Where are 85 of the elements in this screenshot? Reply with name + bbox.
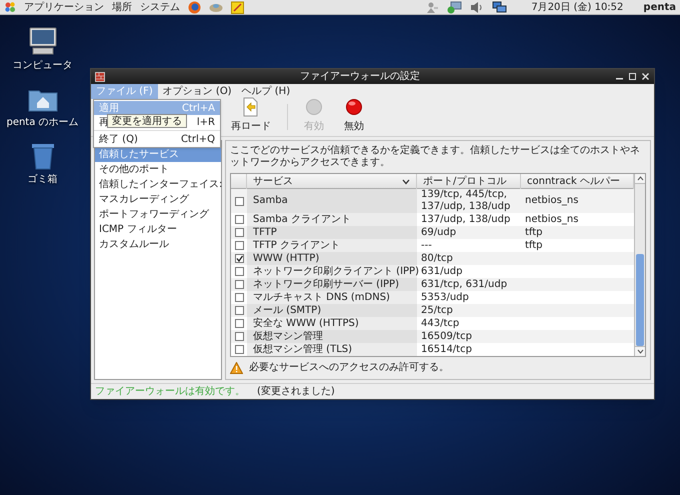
checkbox[interactable] bbox=[234, 241, 244, 250]
checkbox[interactable] bbox=[234, 280, 244, 289]
table-cell-text: tftp bbox=[524, 226, 544, 239]
clock[interactable]: 7月20日 (金) 10:52 bbox=[531, 0, 624, 14]
sort-chevron-icon bbox=[402, 178, 410, 184]
panel-menu[interactable]: アプリケーション bbox=[24, 0, 104, 14]
warning-text: 必要なサービスへのアクセスのみ許可する。 bbox=[249, 360, 449, 375]
status-note: (変更されました) bbox=[257, 384, 335, 399]
panel-menu[interactable]: システム bbox=[140, 0, 180, 14]
scroll-up-button[interactable] bbox=[635, 174, 645, 184]
table-cell-text: --- bbox=[420, 239, 433, 252]
table-cell: Samba クライアント bbox=[247, 213, 417, 226]
table-cell: TFTP bbox=[247, 226, 417, 239]
icon-label[interactable]: ゴミ箱 bbox=[28, 172, 58, 187]
check-icon bbox=[236, 255, 242, 262]
panel-menu[interactable]: 場所 bbox=[112, 0, 132, 14]
table-cell: ネットワーク印刷クライアント (IPP) bbox=[247, 265, 417, 278]
checkbox[interactable] bbox=[234, 293, 244, 302]
checkbox[interactable] bbox=[234, 332, 244, 341]
checkbox[interactable] bbox=[234, 196, 244, 206]
menu-entry[interactable]: 終了 (Q) Ctrl+Q bbox=[94, 132, 220, 146]
table-cell: 安全な WWW (HTTPS) bbox=[247, 317, 417, 330]
icon-label[interactable]: penta のホーム bbox=[6, 115, 79, 130]
status-text: ファイアーウォールは有効です。 bbox=[95, 384, 245, 399]
firewall-app-icon bbox=[95, 72, 105, 82]
checkbox[interactable] bbox=[234, 345, 244, 354]
table-cell-text: 5353/udp bbox=[420, 291, 470, 304]
checkbox[interactable] bbox=[234, 319, 244, 328]
description-text: ここでどのサービスが信頼できるかを定義できます。信頼したサービスは全てのホストやネットワークからアクセスできます。 bbox=[230, 145, 641, 169]
table-cell-text: netbios_ns bbox=[524, 213, 580, 226]
table-cell-text: 631/tcp, 631/udp bbox=[420, 278, 508, 291]
table-cell-text: netbios_ns bbox=[524, 194, 580, 208]
menu-item[interactable]: オプション (O) bbox=[158, 84, 237, 99]
sidebar-item[interactable]: 信頼したインターフェイス: bbox=[95, 177, 221, 192]
close-icon[interactable] bbox=[641, 72, 650, 81]
table-cell-text: 137/udp, 138/udp bbox=[420, 213, 512, 226]
menu-item[interactable]: ヘルプ (H) bbox=[236, 84, 296, 99]
table-cell-text: 139/tcp, 445/tcp, 137/udp, 138/udp bbox=[420, 189, 512, 213]
sidebar-item[interactable]: マスカレーディング bbox=[95, 192, 221, 207]
computer-icon[interactable] bbox=[26, 26, 58, 56]
scroll-down-button[interactable] bbox=[635, 346, 645, 356]
network-icon[interactable] bbox=[447, 0, 462, 14]
table-cell-text: 16509/tcp bbox=[420, 330, 473, 343]
table-cell: WWW (HTTP) bbox=[247, 252, 417, 265]
sidebar-item[interactable]: その他のポート bbox=[95, 162, 221, 177]
table-cell: Samba bbox=[247, 189, 417, 213]
table-cell: マルチキャスト DNS (mDNS) bbox=[247, 291, 417, 304]
checkbox[interactable] bbox=[234, 306, 244, 315]
scrollbar[interactable] bbox=[634, 174, 645, 356]
monitors-icon[interactable] bbox=[492, 0, 508, 14]
maximize-icon[interactable] bbox=[628, 72, 637, 81]
sidebar-item[interactable]: ICMP フィルター bbox=[95, 222, 221, 237]
checkbox[interactable] bbox=[234, 228, 244, 237]
checkbox[interactable] bbox=[234, 267, 244, 276]
table-cell: TFTP クライアント bbox=[247, 239, 417, 252]
table-cell: ネットワーク印刷サーバー (IPP) bbox=[247, 278, 417, 291]
circle-icon bbox=[304, 97, 324, 117]
toolbar-button: 有効 bbox=[300, 97, 328, 134]
tooltip: 変更を適用する bbox=[107, 114, 187, 128]
table-cell-text: 631/udp bbox=[420, 265, 464, 278]
table-cell-text: 443/tcp bbox=[420, 317, 460, 330]
speaker-icon[interactable] bbox=[470, 0, 484, 14]
toolbar-button[interactable]: 無効 bbox=[340, 97, 368, 134]
icon-label[interactable]: コンピュータ bbox=[12, 58, 72, 73]
table-cell: 仮想マシン管理 (TLS) bbox=[247, 343, 417, 356]
browser-globe-icon[interactable] bbox=[188, 0, 201, 14]
warning-icon bbox=[230, 362, 243, 374]
checkbox[interactable] bbox=[234, 215, 244, 224]
toolbar-button[interactable]: 再ロード bbox=[227, 97, 275, 134]
table-cell-text: 80/tcp bbox=[420, 252, 454, 265]
sidebar-item[interactable]: ポートフォワーディング bbox=[95, 207, 221, 222]
sidebar-item[interactable]: カスタムルール bbox=[95, 237, 221, 252]
table-cell-text: tftp bbox=[524, 239, 544, 252]
window-title: ファイアーウォールの設定 bbox=[299, 70, 421, 84]
filled-circle-icon bbox=[344, 97, 364, 117]
table-cell-text: 25/tcp bbox=[420, 304, 454, 317]
table-cell: 仮想マシン管理 bbox=[247, 330, 417, 343]
table-cell: メール (SMTP) bbox=[247, 304, 417, 317]
user-name[interactable]: penta bbox=[643, 0, 676, 14]
notepad-icon[interactable] bbox=[231, 0, 244, 14]
scrollbar-thumb[interactable] bbox=[636, 254, 644, 346]
foot-logo-icon[interactable] bbox=[4, 1, 16, 13]
checkbox[interactable] bbox=[234, 254, 244, 263]
table-cell-text: 16514/tcp bbox=[420, 343, 473, 356]
table-cell-text: 69/udp bbox=[420, 226, 458, 239]
